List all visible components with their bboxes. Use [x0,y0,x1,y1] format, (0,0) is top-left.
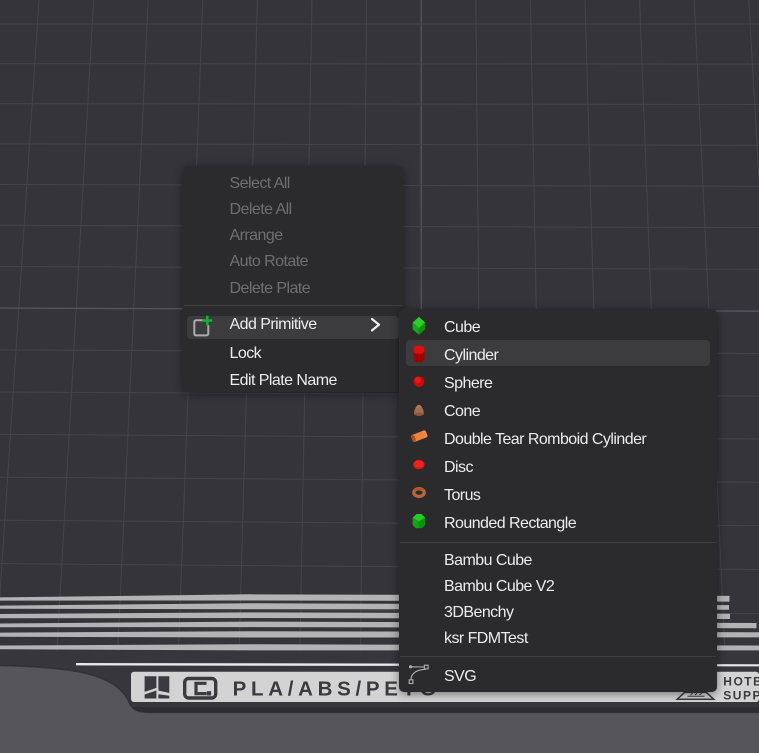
svg-text:SUPP: SUPP [723,689,759,703]
svg-text:HOTB: HOTB [723,675,759,689]
